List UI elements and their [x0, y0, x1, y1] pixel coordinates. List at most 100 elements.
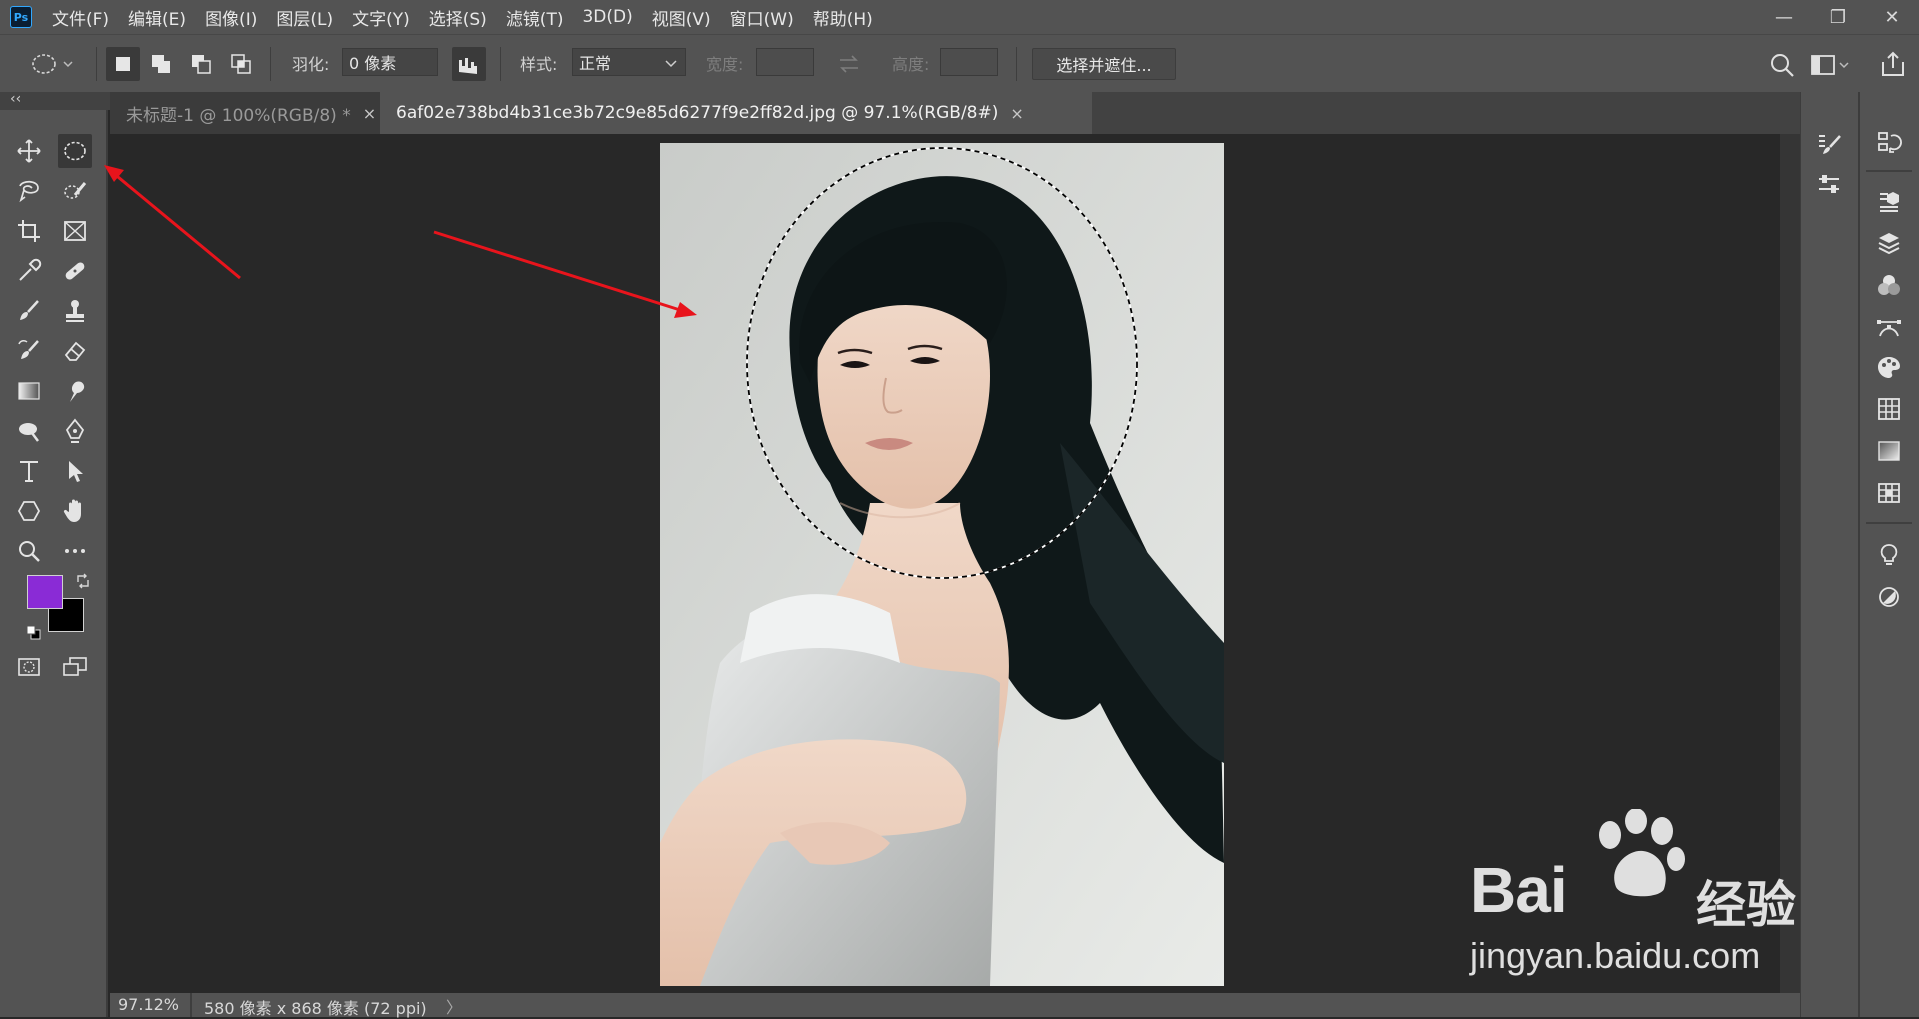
search-icon[interactable]	[1768, 51, 1796, 79]
glyphs-panel-button[interactable]	[1872, 476, 1906, 510]
eraser-icon	[64, 341, 86, 361]
elliptical-marquee-icon	[32, 54, 73, 74]
menu-help[interactable]: 帮助(H)	[813, 5, 873, 30]
select-and-mask-button[interactable]: 选择并遮住...	[1032, 48, 1176, 80]
channels-icon	[1878, 275, 1900, 295]
subtract-from-selection-button[interactable]	[184, 47, 218, 81]
smudge-icon	[70, 381, 85, 402]
tab-close-icon[interactable]: ×	[1010, 104, 1023, 123]
history-brush-tool[interactable]	[12, 334, 46, 368]
menu-bar: Ps 文件(F) 编辑(E) 图像(I) 图层(L) 文字(Y) 选择(S) 滤…	[0, 0, 1919, 34]
frame-tool[interactable]	[58, 214, 92, 248]
tab-untitled-1[interactable]: 未标题-1 @ 100%(RGB/8) * ×	[110, 92, 380, 134]
quick-selection-icon	[64, 182, 87, 199]
brush-tool[interactable]	[12, 294, 46, 328]
channels-panel-button[interactable]	[1872, 268, 1906, 302]
restore-button[interactable]: ❐	[1811, 0, 1865, 34]
quick-selection-tool[interactable]	[58, 174, 92, 208]
history-panel-button[interactable]	[1872, 126, 1906, 160]
zoom-tool[interactable]	[12, 534, 46, 568]
document-image[interactable]	[660, 143, 1224, 986]
dodge-tool[interactable]	[12, 414, 46, 448]
adjustments-panel-button[interactable]	[1872, 580, 1906, 614]
screen-mode-button[interactable]	[58, 650, 92, 684]
style-select[interactable]: 正常	[572, 48, 686, 76]
layers-icon	[1878, 233, 1900, 255]
properties-adjust-panel-button[interactable]	[1812, 168, 1846, 202]
gradient-tool[interactable]	[12, 374, 46, 408]
share-icon[interactable]	[1878, 49, 1908, 79]
menu-layer[interactable]: 图层(L)	[276, 5, 333, 30]
collapse-toolbar-icon[interactable]: ‹‹	[10, 91, 21, 107]
brush-settings-panel-button[interactable]	[1812, 128, 1846, 162]
shape-tool[interactable]	[12, 494, 46, 528]
default-colors-icon[interactable]	[26, 625, 42, 641]
pen-tool[interactable]	[58, 414, 92, 448]
eraser-tool[interactable]	[58, 334, 92, 368]
menu-type[interactable]: 文字(Y)	[352, 5, 410, 30]
healing-brush-tool[interactable]	[58, 254, 92, 288]
foreground-color-swatch[interactable]	[27, 575, 63, 609]
path-selection-tool[interactable]	[58, 454, 92, 488]
anti-alias-icon	[459, 58, 477, 74]
add-selection-icon	[152, 55, 170, 73]
gradients-panel-button[interactable]	[1872, 434, 1906, 468]
paths-panel-button[interactable]	[1872, 310, 1906, 344]
intersect-selection-button[interactable]	[224, 47, 258, 81]
learn-panel-button[interactable]	[1872, 538, 1906, 572]
new-selection-button[interactable]	[106, 47, 140, 81]
stamp-icon	[66, 300, 84, 322]
layers-panel-button[interactable]	[1872, 226, 1906, 260]
document-tab-bar: 未标题-1 @ 100%(RGB/8) * × 6af02e738bd4b31c…	[110, 92, 1800, 134]
status-menu-arrow-icon[interactable]: 〉	[446, 994, 462, 1018]
swap-colors-icon[interactable]	[74, 572, 92, 590]
cube-list-icon	[1880, 192, 1899, 212]
clone-stamp-tool[interactable]	[58, 294, 92, 328]
add-to-selection-button[interactable]	[144, 47, 178, 81]
elliptical-marquee-tool[interactable]	[58, 134, 92, 168]
close-button[interactable]: ✕	[1865, 0, 1919, 34]
menu-edit[interactable]: 编辑(E)	[128, 5, 186, 30]
lasso-tool[interactable]	[12, 174, 46, 208]
watermark-url: jingyan.baidu.com	[1470, 935, 1761, 976]
zoom-level[interactable]: 97.12%	[118, 995, 179, 1014]
feather-input[interactable]: 0 像素	[342, 48, 438, 76]
document-info: 580 像素 x 868 像素 (72 ppi)	[204, 999, 427, 1018]
smudge-tool[interactable]	[58, 374, 92, 408]
move-tool[interactable]	[12, 134, 46, 168]
minimize-button[interactable]: —	[1757, 0, 1811, 34]
menu-3d[interactable]: 3D(D)	[582, 7, 632, 27]
menu-file[interactable]: 文件(F)	[52, 5, 109, 30]
hand-tool[interactable]	[58, 494, 92, 528]
libraries-panel-button[interactable]	[1872, 184, 1906, 218]
width-label: 宽度:	[706, 55, 744, 74]
width-input[interactable]	[756, 48, 814, 76]
zoom-icon	[19, 541, 40, 562]
menu-view[interactable]: 视图(V)	[652, 5, 711, 30]
tool-preset-picker[interactable]	[28, 47, 78, 81]
swap-dimensions-icon[interactable]	[836, 51, 862, 77]
window-controls: — ❐ ✕	[1757, 0, 1919, 34]
tab-close-icon[interactable]: ×	[363, 104, 376, 123]
menu-filter[interactable]: 滤镜(T)	[506, 5, 564, 30]
type-tool[interactable]	[12, 454, 46, 488]
swatches-panel-button[interactable]	[1872, 350, 1906, 384]
height-input[interactable]	[940, 48, 998, 76]
menu-image[interactable]: 图像(I)	[205, 5, 257, 30]
anti-alias-button[interactable]	[452, 47, 486, 81]
patterns-panel-button[interactable]	[1872, 392, 1906, 426]
crop-tool[interactable]	[12, 214, 46, 248]
history-icon	[1878, 132, 1902, 153]
style-select-value: 正常	[579, 54, 612, 73]
workspace-switcher-icon[interactable]	[1810, 51, 1850, 79]
screen-mode-icon	[63, 657, 87, 676]
dodge-icon	[19, 423, 39, 442]
brush-icon	[20, 300, 39, 320]
quick-mask-button[interactable]	[12, 650, 46, 684]
photoshop-logo-icon: Ps	[10, 6, 32, 28]
edit-toolbar-button[interactable]	[58, 534, 92, 568]
menu-select[interactable]: 选择(S)	[429, 5, 487, 30]
menu-window[interactable]: 窗口(W)	[730, 5, 794, 30]
eyedropper-tool[interactable]	[12, 254, 46, 288]
tab-photo-document[interactable]: 6af02e738bd4b31ce3b72c9e85d6277f9e2ff82d…	[380, 92, 1092, 134]
